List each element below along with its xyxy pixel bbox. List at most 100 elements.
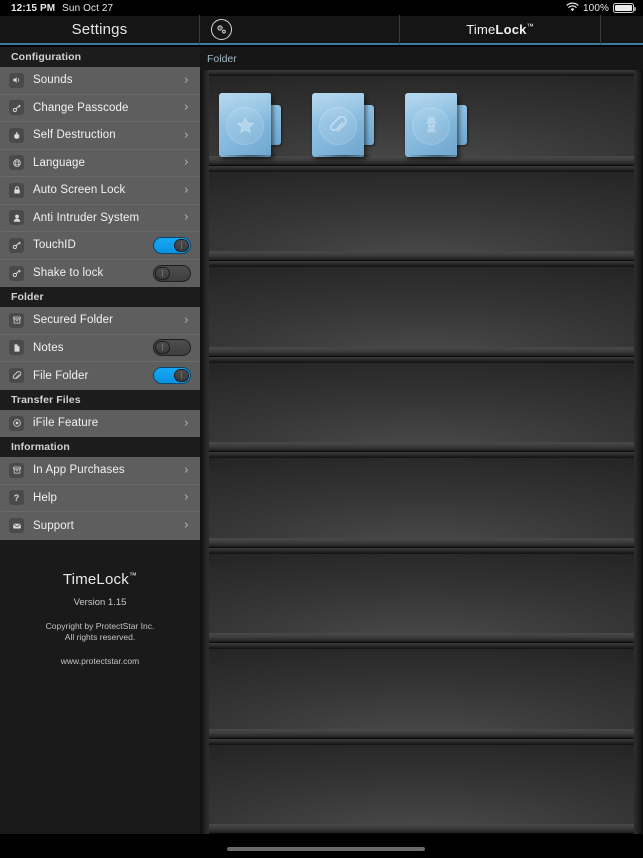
shelf-row [200, 452, 643, 548]
sidebar-section-header: Folder [0, 287, 200, 307]
app-title-regular: Time [466, 22, 496, 37]
chevron-right-icon: › [183, 72, 189, 88]
sidebar-item-sounds[interactable]: Sounds › [0, 67, 200, 95]
status-bar-date: Sun Oct 27 [62, 2, 114, 14]
globe-icon [9, 155, 24, 171]
settings-sidebar[interactable]: Configuration Sounds › Change Passcode › Self… [0, 47, 200, 858]
toggle-knob [174, 238, 189, 252]
shelf-back-panel [209, 171, 634, 252]
sidebar-item-label: Help [33, 491, 58, 504]
sidebar-section-header: Transfer Files [0, 389, 200, 410]
toggle-switch[interactable] [153, 339, 191, 357]
sidebar-item-in-app-purchases[interactable]: In App Purchases › [0, 457, 200, 485]
bomb-icon [9, 127, 24, 143]
sidebar-item-language[interactable]: Language › [0, 150, 200, 177]
shelf-side-left [200, 70, 209, 166]
battery-percent-label: 100% [583, 2, 609, 14]
battery-full-icon [613, 3, 636, 13]
home-bar-area [0, 834, 643, 858]
sidebar-item-label: iFile Feature [33, 417, 99, 430]
document-icon [9, 340, 24, 356]
folder-shadow [314, 154, 374, 160]
sidebar-item-label: Auto Screen Lock [33, 184, 126, 197]
disc-icon [9, 415, 24, 431]
footer-website[interactable]: www.protectstar.com [0, 656, 200, 666]
status-bar-time: 12:15 PM [11, 2, 56, 14]
sidebar-item-anti-intruder-system[interactable]: Anti Intruder System › [0, 205, 200, 232]
toggle-switch[interactable] [153, 367, 191, 385]
folder-row [209, 76, 634, 160]
intruder-icon [9, 210, 24, 226]
sidebar-section-header: Configuration [0, 47, 200, 67]
paperclip-icon [319, 106, 357, 145]
shelf-side-left [200, 547, 209, 643]
footer-copyright-line2: All rights reserved. [64, 632, 136, 643]
masked-face-icon [412, 106, 450, 145]
footer-app-title: TimeLock™ [0, 571, 200, 588]
footer-version: Version 1.15 [73, 596, 127, 608]
shelf-side-right [634, 643, 643, 739]
sidebar-section-body: Secured Folder › Notes File Folder [0, 307, 200, 390]
archive-box-icon [9, 312, 24, 328]
app-title-segment: TimeLock™ [400, 15, 600, 44]
shelf-back-panel [209, 744, 634, 825]
intruder-folder[interactable] [405, 92, 467, 160]
sidebar-item-ifile-feature[interactable]: iFile Feature › [0, 410, 200, 438]
shelf-row [200, 356, 643, 452]
shelf-row [200, 643, 643, 739]
status-bar-right: 100% [566, 2, 643, 15]
toggle-knob [155, 341, 170, 355]
shake-icon [9, 265, 24, 281]
shelf-back-panel [209, 362, 634, 443]
shelf-side-right [634, 452, 643, 548]
folder-body [219, 92, 271, 157]
shelf-side-left [200, 738, 209, 834]
shelf-side-right [634, 261, 643, 357]
sidebar-item-label: Anti Intruder System [33, 211, 140, 224]
sidebar-item-help[interactable]: ? Help › [0, 485, 200, 512]
footer-copyright: Copyright by ProtectStar Inc. All rights… [0, 621, 200, 644]
sidebar-item-secured-folder[interactable]: Secured Folder › [0, 307, 200, 335]
sidebar-item-shake-to-lock[interactable]: Shake to lock [0, 260, 200, 288]
sidebar-item-label: Support [33, 519, 74, 532]
shelf-row [200, 547, 643, 643]
star-folder[interactable] [219, 92, 281, 160]
wifi-icon [566, 2, 579, 15]
shelf-side-left [200, 643, 209, 739]
sidebar-item-notes[interactable]: Notes [0, 335, 200, 362]
sidebar-item-label: Self Destruction [33, 129, 116, 142]
chevron-right-icon: › [183, 415, 189, 431]
folder-body [405, 92, 457, 157]
sidebar-item-touchid[interactable]: TouchID [0, 232, 200, 260]
toggle-switch[interactable] [153, 236, 191, 254]
shelf-row [200, 70, 643, 166]
shelf-side-right [634, 738, 643, 834]
files-folder[interactable] [312, 92, 374, 160]
sidebar-item-label: TouchID [33, 239, 76, 252]
sidebar-item-support[interactable]: Support › [0, 512, 200, 540]
home-indicator[interactable] [227, 847, 425, 851]
sidebar-sections: Configuration Sounds › Change Passcode › Self… [0, 47, 200, 540]
chevron-right-icon: › [183, 312, 189, 328]
folder-content-pane: Folder [200, 47, 643, 858]
sidebar-item-auto-screen-lock[interactable]: Auto Screen Lock › [0, 177, 200, 205]
sidebar-item-label: Shake to lock [33, 267, 104, 280]
chevron-right-icon: › [183, 462, 189, 478]
nav-middle-segment [200, 15, 400, 44]
shelf-side-right [634, 547, 643, 643]
shelf-side-left [200, 452, 209, 548]
sidebar-item-self-destruction[interactable]: Self Destruction › [0, 122, 200, 150]
settings-title: Settings [71, 21, 128, 38]
shelf-back-panel [209, 649, 634, 730]
shelf-row [200, 165, 643, 261]
shelf-back-panel [209, 553, 634, 634]
sidebar-item-file-folder[interactable]: File Folder [0, 362, 200, 390]
shelf-back-panel [209, 458, 634, 539]
gear-icon[interactable] [211, 19, 232, 40]
footer-app-name: TimeLock [62, 570, 129, 588]
toggle-switch[interactable] [153, 264, 191, 282]
folder-shadow [221, 154, 281, 160]
key-icon [9, 100, 24, 116]
sidebar-item-change-passcode[interactable]: Change Passcode › [0, 95, 200, 122]
chevron-right-icon: › [183, 100, 189, 116]
